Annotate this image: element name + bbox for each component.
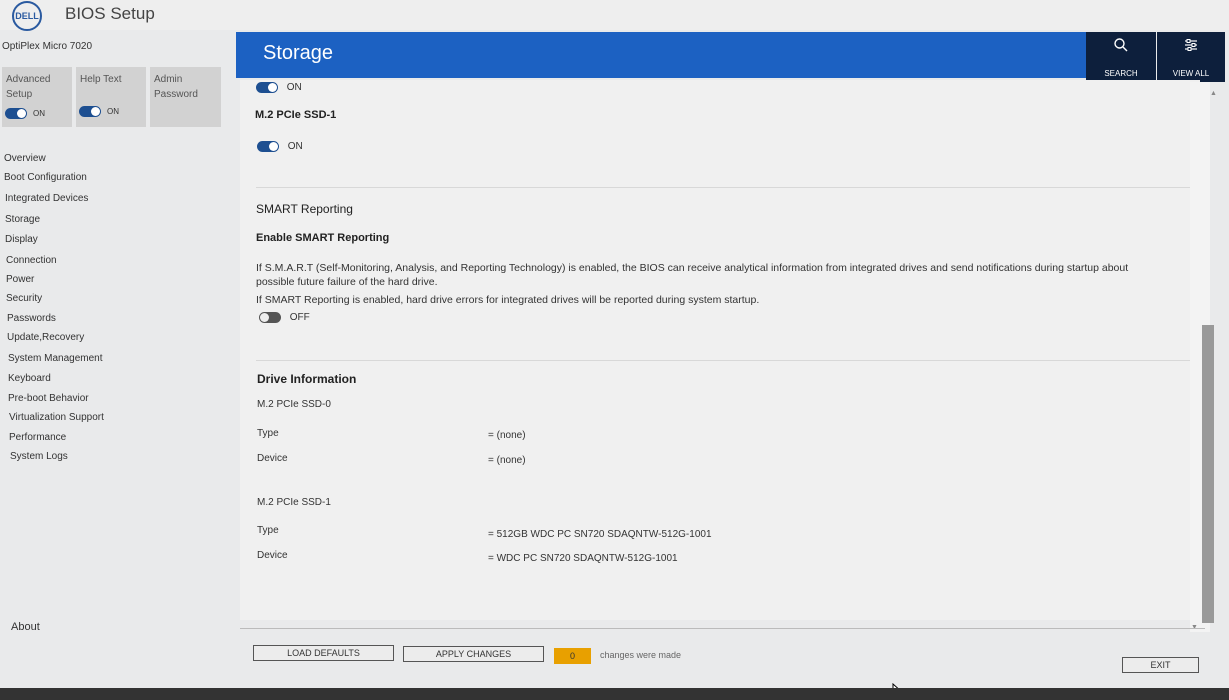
toggle-switch-icon: [259, 312, 281, 323]
advanced-setup-tile[interactable]: Advanced Setup ON: [2, 67, 72, 127]
help-text-tile[interactable]: Help Text ON: [76, 67, 146, 127]
exit-button[interactable]: EXIT: [1122, 657, 1199, 673]
drive-name: M.2 PCIe SSD-1: [257, 497, 331, 508]
scroll-up-icon[interactable]: ▲: [1210, 90, 1217, 97]
title-bar: DELL BIOS Setup: [0, 0, 1229, 31]
help-text-toggle[interactable]: ON: [79, 104, 119, 119]
sidebar-item-power[interactable]: Power: [6, 274, 34, 285]
sidebar-item-connection[interactable]: Connection: [6, 255, 57, 266]
scrollbar-thumb[interactable]: [1202, 325, 1214, 623]
load-defaults-button[interactable]: LOAD DEFAULTS: [253, 645, 394, 661]
sidebar-item-update-recovery[interactable]: Update,Recovery: [7, 332, 84, 343]
settings-content: [240, 80, 1200, 620]
tile-label: Help Text: [80, 74, 122, 85]
tile-label: Password: [154, 89, 198, 100]
sidebar-item-pre-boot-behavior[interactable]: Pre-boot Behavior: [8, 393, 89, 404]
tile-label: Setup: [6, 89, 33, 100]
admin-password-tile[interactable]: Admin Password: [150, 67, 221, 127]
sidebar-item-system-management[interactable]: System Management: [8, 353, 103, 364]
changes-count-badge: 0: [554, 648, 591, 664]
drive-type-label: Type: [257, 525, 279, 536]
changes-status-text: changes were made: [600, 650, 682, 660]
toggle-switch-icon: [5, 108, 27, 119]
drive-type-label: Type: [257, 428, 279, 439]
ssd0-toggle[interactable]: ON: [256, 82, 302, 93]
section-divider: [256, 187, 1206, 188]
drive-name: M.2 PCIe SSD-0: [257, 399, 331, 410]
toggle-switch-icon: [257, 141, 279, 152]
sidebar-item-storage[interactable]: Storage: [5, 214, 40, 225]
search-button[interactable]: SEARCH: [1086, 32, 1156, 82]
smart-option-title: Enable SMART Reporting: [256, 232, 390, 244]
footer-divider: [240, 628, 1205, 629]
toggle-state: OFF: [289, 312, 310, 324]
toggle-switch-icon: [79, 106, 101, 117]
tile-label: Admin: [154, 74, 183, 85]
drive-device-value: = (none): [488, 455, 526, 466]
sidebar-item-security[interactable]: Security: [6, 293, 42, 304]
smart-section-title: SMART Reporting: [256, 202, 353, 216]
drive-info-title: Drive Information: [257, 372, 357, 386]
smart-description-line: If SMART Reporting is enabled, hard driv…: [256, 294, 760, 306]
section-divider: [256, 360, 1201, 361]
drive-device-label: Device: [257, 453, 288, 464]
apply-changes-button[interactable]: APPLY CHANGES: [403, 646, 544, 662]
drive-type-value: = (none): [488, 430, 526, 441]
sidebar-item-keyboard[interactable]: Keyboard: [8, 373, 51, 384]
drive-device-label: Device: [257, 550, 288, 561]
toggle-state: ON: [287, 141, 303, 153]
drive-type-value: = 512GB WDC PC SN720 SDAQNTW-512G-1001: [488, 529, 712, 540]
toggle-state: ON: [107, 107, 119, 116]
tile-label: Advanced: [6, 74, 51, 85]
advanced-setup-toggle[interactable]: ON: [5, 106, 45, 121]
system-model: OptiPlex Micro 7020: [2, 41, 93, 52]
sidebar-item-performance[interactable]: Performance: [9, 432, 66, 443]
dell-logo: DELL: [12, 1, 42, 31]
sidebar-item-boot-configuration[interactable]: Boot Configuration: [4, 172, 87, 183]
page-title: Storage: [263, 42, 334, 64]
toggle-state: ON: [286, 82, 302, 94]
search-label: SEARCH: [1104, 69, 1138, 78]
sidebar-item-overview[interactable]: Overview: [4, 153, 46, 164]
drive-device-value: = WDC PC SN720 SDAQNTW-512G-1001: [488, 553, 678, 564]
smart-description-line: If S.M.A.R.T (Self-Monitoring, Analysis,…: [256, 262, 1129, 274]
about-link[interactable]: About: [11, 621, 40, 633]
screen-bezel: [0, 688, 1229, 700]
sidebar-item-passwords[interactable]: Passwords: [7, 313, 56, 324]
smart-description-line: possible future failure of the hard driv…: [256, 276, 438, 288]
view-all-label: VIEW ALL: [1172, 69, 1210, 78]
toggle-state: ON: [33, 109, 45, 118]
page-header: Storage: [236, 32, 1086, 78]
sidebar-item-integrated-devices[interactable]: Integrated Devices: [5, 193, 88, 204]
toggle-switch-icon: [256, 82, 278, 93]
ssd1-toggle[interactable]: ON: [257, 141, 303, 152]
sidebar-item-system-logs[interactable]: System Logs: [10, 451, 68, 462]
sidebar-item-virtualization-support[interactable]: Virtualization Support: [9, 412, 104, 423]
sidebar-item-display[interactable]: Display: [5, 234, 38, 245]
ssd1-title: M.2 PCIe SSD-1: [255, 109, 337, 121]
view-all-button[interactable]: VIEW ALL: [1157, 32, 1225, 82]
smart-reporting-toggle[interactable]: OFF: [259, 312, 310, 323]
sliders-icon: [1185, 39, 1197, 51]
app-title: BIOS Setup: [65, 4, 155, 23]
search-icon: [1114, 38, 1128, 52]
